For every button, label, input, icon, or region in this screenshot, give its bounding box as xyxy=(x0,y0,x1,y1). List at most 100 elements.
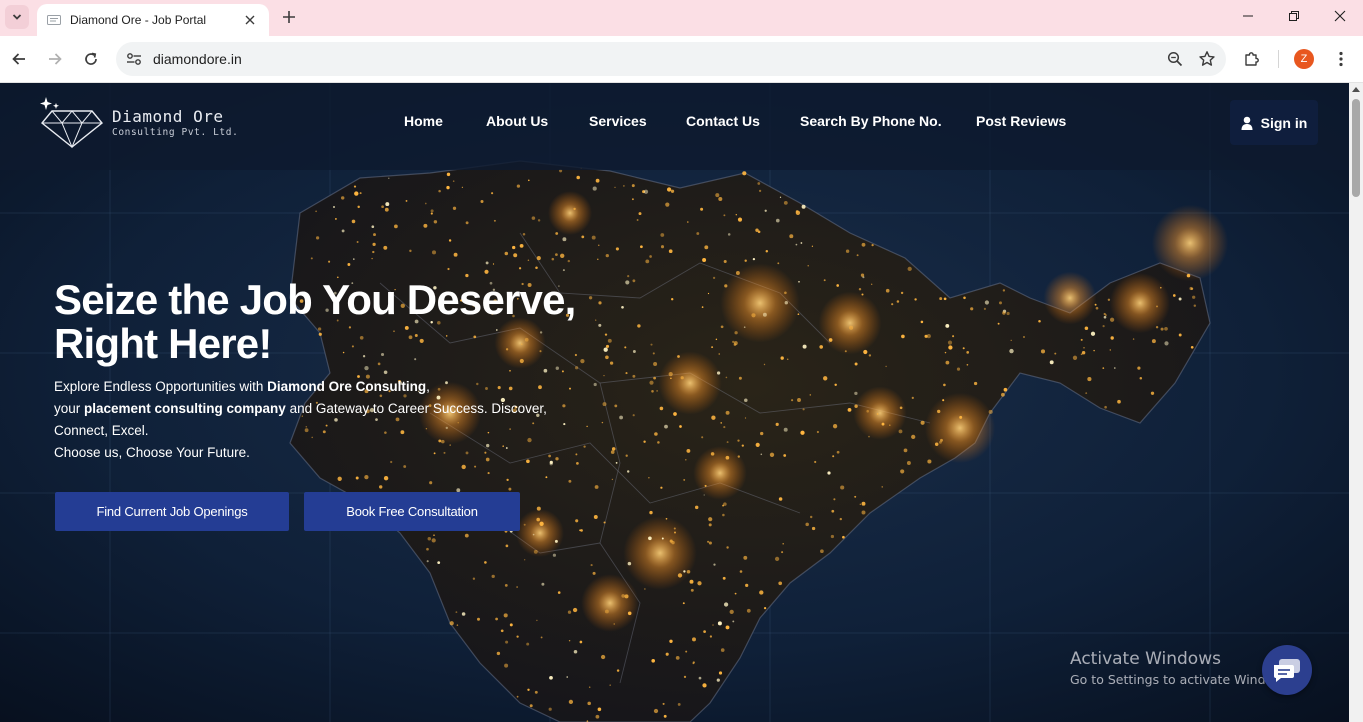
city-light xyxy=(759,590,764,595)
close-icon xyxy=(1334,10,1346,22)
city-light xyxy=(861,293,864,296)
city-light xyxy=(781,551,784,554)
profile-button[interactable]: Z xyxy=(1291,46,1317,72)
hero-title-line-2: Right Here! xyxy=(54,320,272,367)
city-light xyxy=(1003,387,1008,392)
city-light xyxy=(682,602,685,605)
city-light xyxy=(677,573,683,578)
browser-menu-button[interactable] xyxy=(1328,46,1354,72)
city-light xyxy=(1107,298,1111,301)
city-light xyxy=(997,322,1000,325)
book-consultation-button[interactable]: Book Free Consultation xyxy=(304,492,520,531)
site-info-icon[interactable] xyxy=(121,46,147,72)
city-light xyxy=(605,253,609,258)
city-light xyxy=(540,636,543,639)
city-light xyxy=(438,189,441,193)
address-bar[interactable]: diamondore.in xyxy=(116,42,1226,76)
nav-contact-us[interactable]: Contact Us xyxy=(686,113,760,129)
city-light xyxy=(717,621,722,626)
nav-home[interactable]: Home xyxy=(404,113,443,129)
city-light xyxy=(598,244,600,246)
city-light xyxy=(973,381,978,386)
city-light xyxy=(354,191,359,196)
minimize-window-button[interactable] xyxy=(1225,0,1271,32)
city-light xyxy=(947,340,953,345)
city-light xyxy=(959,415,963,419)
city-light xyxy=(859,503,861,505)
city-light xyxy=(670,377,672,380)
city-light xyxy=(383,370,388,375)
city-light xyxy=(832,455,835,458)
bookmark-star-icon[interactable] xyxy=(1194,46,1220,72)
city-light xyxy=(446,185,450,190)
city-light xyxy=(903,448,908,453)
extensions-button[interactable] xyxy=(1239,46,1265,72)
city-light xyxy=(1072,355,1078,360)
city-light xyxy=(738,376,742,380)
nav-about-us[interactable]: About Us xyxy=(486,113,548,129)
city-light xyxy=(836,284,840,287)
city-light xyxy=(797,313,800,316)
nav-search-by-phone[interactable]: Search By Phone No. xyxy=(800,113,942,129)
new-tab-button[interactable] xyxy=(277,5,301,29)
city-light xyxy=(885,288,890,293)
city-light xyxy=(800,430,805,435)
city-light xyxy=(614,186,616,189)
city-light xyxy=(429,481,433,485)
find-job-openings-button[interactable]: Find Current Job Openings xyxy=(55,492,289,531)
city-light xyxy=(527,688,530,691)
city-light xyxy=(532,533,535,536)
city-light xyxy=(643,189,649,194)
city-light xyxy=(832,424,838,429)
city-light xyxy=(809,394,812,396)
city-light xyxy=(536,256,541,261)
chat-widget-button[interactable] xyxy=(1262,645,1312,695)
city-light xyxy=(505,640,509,644)
city-light xyxy=(509,623,513,627)
city-light xyxy=(1178,333,1182,337)
scroll-thumb[interactable] xyxy=(1352,99,1360,197)
scroll-up-arrow-icon[interactable] xyxy=(1352,87,1360,92)
city-light xyxy=(777,262,780,265)
city-light xyxy=(702,258,707,262)
city-light xyxy=(723,214,726,217)
city-light xyxy=(529,704,533,708)
city-light xyxy=(557,591,561,594)
forward-button[interactable] xyxy=(42,46,68,72)
hero-title-line-1: Seize the Job You Deserve, xyxy=(54,276,576,323)
city-light xyxy=(594,485,599,489)
city-light xyxy=(984,300,990,305)
restore-window-button[interactable] xyxy=(1271,0,1317,32)
page-scrollbar[interactable] xyxy=(1349,83,1363,722)
city-light xyxy=(683,478,686,481)
close-tab-icon[interactable] xyxy=(241,11,259,29)
close-window-button[interactable] xyxy=(1317,0,1363,32)
city-light xyxy=(827,471,831,475)
city-light xyxy=(800,242,803,244)
back-button[interactable] xyxy=(6,46,32,72)
city-light xyxy=(783,454,787,457)
city-light xyxy=(911,396,914,400)
city-light xyxy=(573,650,578,654)
zoom-icon[interactable] xyxy=(1162,46,1188,72)
city-light xyxy=(677,702,681,706)
reload-button[interactable] xyxy=(78,46,104,72)
city-light xyxy=(726,546,729,549)
city-light xyxy=(526,642,530,646)
nav-services[interactable]: Services xyxy=(589,113,647,129)
browser-tab-active[interactable]: Diamond Ore - Job Portal xyxy=(37,4,269,36)
city-light xyxy=(725,410,730,415)
city-light xyxy=(844,350,847,353)
city-light xyxy=(536,619,538,622)
sign-in-button[interactable]: Sign in xyxy=(1230,100,1318,145)
city-light xyxy=(696,232,700,235)
city-light xyxy=(858,287,862,291)
city-light xyxy=(653,708,659,714)
city-light xyxy=(801,204,806,209)
city-light xyxy=(685,650,688,653)
site-logo[interactable]: Diamond Ore Consulting Pvt. Ltd. xyxy=(34,95,244,151)
city-light xyxy=(751,313,756,318)
nav-post-reviews[interactable]: Post Reviews xyxy=(976,113,1066,129)
city-glow xyxy=(818,291,882,355)
tab-search-dropdown[interactable] xyxy=(5,5,29,29)
